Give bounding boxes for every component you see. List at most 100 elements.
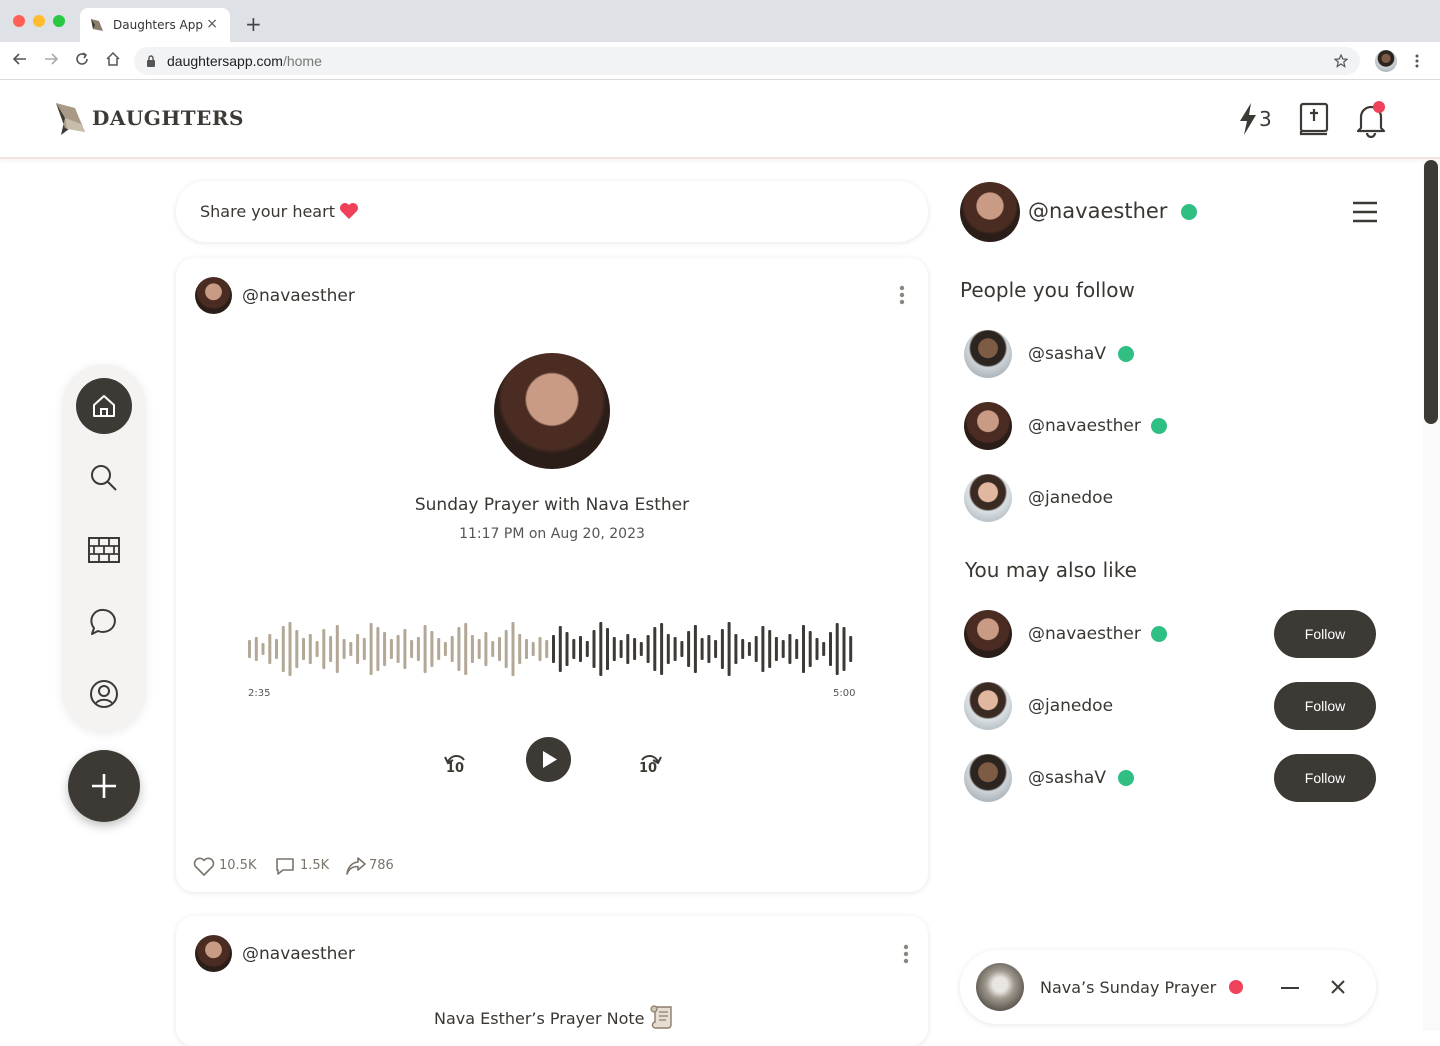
- user-avatar[interactable]: [964, 610, 1012, 658]
- waveform-bar: [525, 639, 528, 659]
- post-author-username[interactable]: @navaesther: [242, 944, 355, 964]
- user-username[interactable]: @sashaV: [1028, 768, 1106, 788]
- composer-placeholder: Share your heart: [200, 202, 335, 221]
- following-item[interactable]: @janedoe: [964, 474, 1264, 522]
- user-avatar: [964, 474, 1012, 522]
- nav-messages[interactable]: [76, 594, 132, 650]
- waveform-bar: [511, 622, 515, 676]
- post-more-icon[interactable]: [903, 944, 909, 964]
- waveform-bar: [383, 632, 387, 666]
- browser-chrome: Daughters App × + daughtersapp.com/home: [0, 0, 1440, 80]
- browser-tab[interactable]: Daughters App ×: [80, 8, 230, 42]
- scroll-note-icon: [650, 1005, 672, 1029]
- following-item[interactable]: @sashaV: [964, 330, 1264, 378]
- waveform-bar: [680, 641, 684, 657]
- close-icon[interactable]: [1330, 979, 1346, 995]
- online-status-dot: [1181, 204, 1197, 220]
- post-more-icon[interactable]: [899, 285, 905, 305]
- window-minimize-button[interactable]: [33, 15, 45, 27]
- lock-icon: [147, 55, 155, 67]
- reload-icon[interactable]: [74, 51, 90, 67]
- waveform-bar: [788, 634, 792, 664]
- follow-button[interactable]: Follow: [1274, 610, 1376, 658]
- online-status-dot: [1151, 418, 1167, 434]
- url-path: /home: [282, 53, 322, 69]
- post-cover-avatar: [494, 353, 610, 469]
- current-user-avatar[interactable]: [960, 182, 1020, 242]
- waveform-bar: [700, 638, 704, 660]
- waveform-bar: [531, 642, 535, 656]
- audio-post-card: @navaesther Sunday Prayer with Nava Esth…: [176, 258, 928, 892]
- tab-close-icon[interactable]: ×: [206, 16, 218, 32]
- current-user-username[interactable]: @navaesther: [1028, 199, 1167, 223]
- url-text: daughtersapp.com/home: [167, 53, 322, 69]
- menu-hamburger-icon[interactable]: [1352, 201, 1378, 223]
- user-avatar[interactable]: [964, 754, 1012, 802]
- forward-10-button[interactable]: 10: [636, 752, 664, 780]
- comment-count: 1.5K: [300, 858, 330, 873]
- waveform-bar: [849, 636, 853, 662]
- user-username: @navaesther: [1028, 416, 1141, 436]
- window-maximize-button[interactable]: [53, 15, 65, 27]
- user-username[interactable]: @navaesther: [1028, 624, 1141, 644]
- play-button[interactable]: [526, 737, 571, 782]
- minimize-icon[interactable]: [1281, 986, 1299, 990]
- daughters-logo-icon[interactable]: [55, 102, 87, 136]
- waveform-bar: [437, 638, 441, 660]
- rewind-10-button[interactable]: 10: [442, 752, 470, 780]
- post-timestamp: 11:17 PM on Aug 20, 2023: [459, 526, 645, 542]
- mini-player-cover: [976, 963, 1024, 1011]
- waveform-bar: [349, 642, 353, 656]
- browser-profile-avatar[interactable]: [1375, 50, 1397, 72]
- page-scrollbar-thumb[interactable]: [1424, 160, 1438, 424]
- following-item[interactable]: @navaesther: [964, 402, 1264, 450]
- waveform-bar: [464, 623, 468, 675]
- live-indicator-dot: [1229, 980, 1243, 994]
- user-circle-icon: [90, 680, 118, 708]
- browser-menu-icon[interactable]: [1414, 53, 1420, 69]
- post-author-username[interactable]: @navaesther: [242, 286, 355, 306]
- user-username: @janedoe: [1028, 488, 1114, 508]
- bookmark-star-icon[interactable]: [1334, 54, 1348, 68]
- follow-button[interactable]: Follow: [1274, 682, 1376, 730]
- suggestion-item: @janedoe Follow: [964, 682, 1376, 730]
- waveform-bar: [518, 634, 522, 664]
- address-bar[interactable]: daughtersapp.com/home: [134, 47, 1360, 75]
- nav-profile[interactable]: [76, 666, 132, 722]
- streak-bolt-icon[interactable]: [1238, 102, 1258, 136]
- nav-wall[interactable]: [76, 522, 132, 578]
- forward-icon[interactable]: [43, 51, 59, 67]
- app-header: DAUGHTERS 3: [0, 80, 1440, 159]
- people-you-follow-heading: People you follow: [960, 278, 1135, 302]
- address-row: daughtersapp.com/home: [0, 42, 1440, 80]
- waveform-bar: [356, 634, 360, 664]
- window-close-button[interactable]: [13, 15, 25, 27]
- mini-player-title: Nava’s Sunday Prayer: [1040, 978, 1217, 997]
- brand-name[interactable]: DAUGHTERS: [92, 106, 244, 130]
- post-author-avatar[interactable]: [195, 935, 232, 972]
- follow-button[interactable]: Follow: [1274, 754, 1376, 802]
- user-username[interactable]: @janedoe: [1028, 696, 1113, 716]
- share-composer[interactable]: Share your heart: [176, 181, 928, 242]
- home-icon[interactable]: [105, 51, 121, 67]
- browser-tab-bar: Daughters App × +: [0, 0, 1440, 42]
- nav-search[interactable]: [76, 450, 132, 506]
- waveform-bar: [747, 642, 751, 656]
- nav-home[interactable]: [76, 378, 132, 434]
- user-avatar[interactable]: [964, 682, 1012, 730]
- waveform-bar: [599, 622, 603, 676]
- page-scrollbar-track[interactable]: [1423, 160, 1440, 1031]
- notifications-bell-icon[interactable]: [1355, 100, 1389, 138]
- post-author-avatar[interactable]: [195, 277, 232, 314]
- back-icon[interactable]: [12, 51, 28, 67]
- bible-icon[interactable]: [1299, 102, 1329, 136]
- mini-player[interactable]: Nava’s Sunday Prayer: [960, 950, 1376, 1024]
- waveform-bar: [268, 634, 272, 664]
- waveform-bar: [416, 637, 420, 661]
- share-arrow-icon: [346, 857, 366, 875]
- create-post-button[interactable]: [68, 750, 140, 822]
- online-status-dot: [1151, 626, 1167, 642]
- waveform-bar: [335, 625, 339, 673]
- new-tab-button[interactable]: +: [245, 12, 262, 36]
- audio-waveform[interactable]: [248, 614, 856, 684]
